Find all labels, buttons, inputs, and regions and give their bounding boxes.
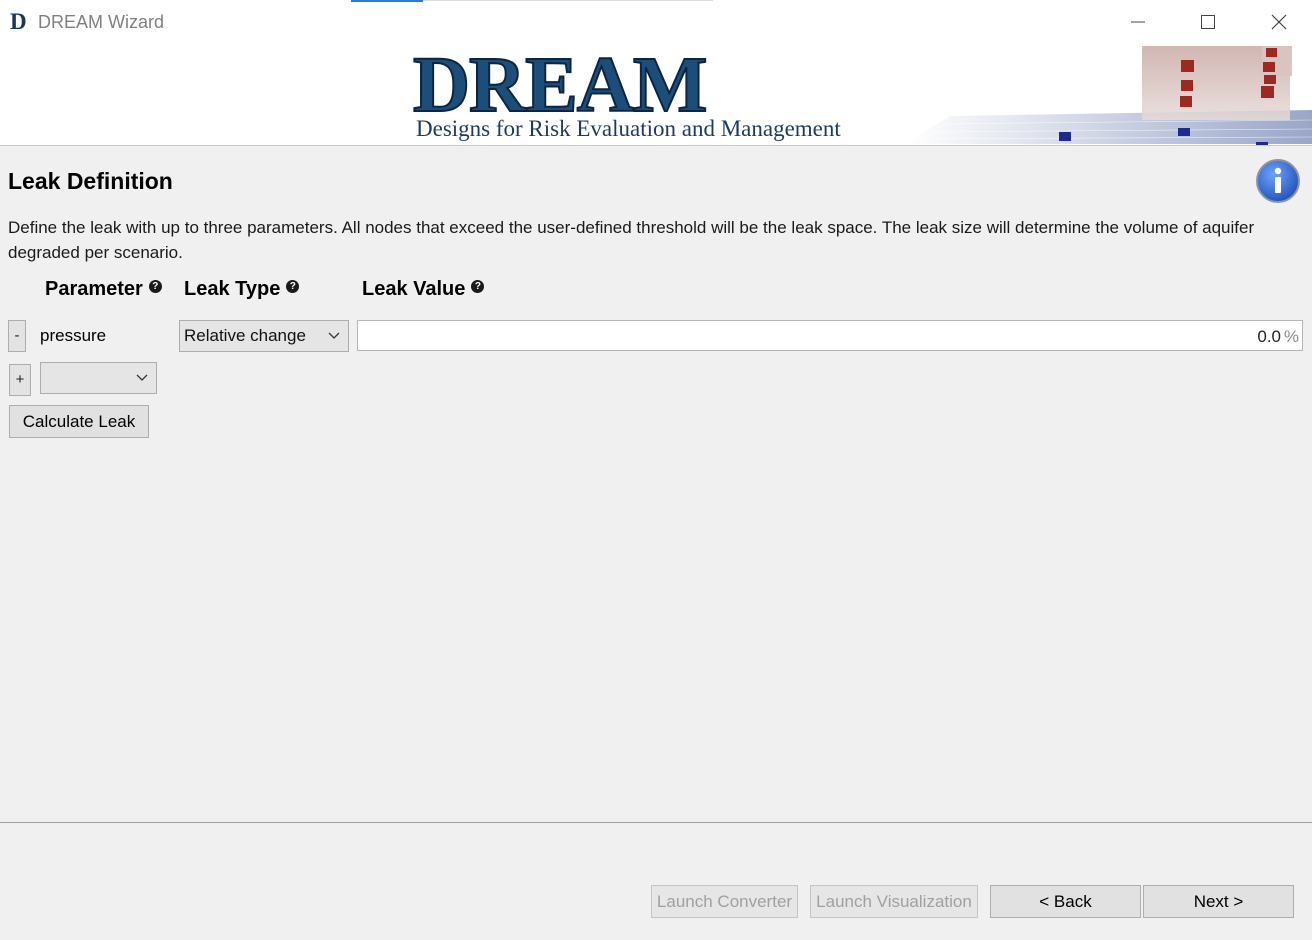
page-title: Leak Definition <box>8 168 173 194</box>
remove-parameter-button[interactable]: - <box>8 320 26 352</box>
header-leak-type-label: Leak Type <box>184 278 281 300</box>
dream-banner: DREAM Designs for Risk Evaluation and Ma… <box>0 44 1312 146</box>
app-icon: D <box>10 9 27 34</box>
footer-divider <box>0 822 1312 823</box>
leak-type-help-icon[interactable]: ? <box>286 280 300 293</box>
parameter-name: pressure <box>40 326 107 345</box>
launch-visualization-button[interactable]: Launch Visualization <box>810 885 978 918</box>
title-bar: D DREAM Wizard <box>0 0 1312 44</box>
header-parameter: Parameter? <box>45 278 162 301</box>
close-icon <box>1271 14 1287 30</box>
launch-converter-button[interactable]: Launch Converter <box>651 885 798 918</box>
chevron-down-icon <box>136 374 148 381</box>
add-parameter-select[interactable] <box>40 362 157 394</box>
back-button[interactable]: < Back <box>990 885 1141 918</box>
header-leak-value: Leak Value? <box>362 278 485 301</box>
chevron-down-icon <box>328 332 340 339</box>
banner-subtitle: Designs for Risk Evaluation and Manageme… <box>416 116 841 141</box>
info-icon <box>1256 159 1300 203</box>
maximize-button[interactable] <box>1185 0 1231 44</box>
maximize-icon <box>1201 15 1215 29</box>
header-leak-value-label: Leak Value <box>362 278 466 300</box>
header-parameter-label: Parameter <box>45 278 143 300</box>
leak-value-help-icon[interactable]: ? <box>471 280 485 293</box>
leak-type-value: Relative change <box>184 326 306 345</box>
title-bar-accent-line <box>423 0 713 1</box>
header-leak-type: Leak Type? <box>184 278 300 301</box>
leak-value-input[interactable]: 0.0 % <box>357 320 1303 351</box>
info-button[interactable] <box>1255 158 1301 204</box>
page-description: Define the leak with up to three paramet… <box>8 218 1255 262</box>
leak-value-unit: % <box>1283 327 1299 346</box>
add-parameter-button[interactable]: + <box>9 364 31 396</box>
title-bar-accent <box>351 0 423 2</box>
next-button[interactable]: Next > <box>1143 885 1294 918</box>
leak-type-select[interactable]: Relative change <box>179 320 349 352</box>
close-button[interactable] <box>1256 0 1302 44</box>
calculate-leak-button[interactable]: Calculate Leak <box>9 405 149 438</box>
parameter-help-icon[interactable]: ? <box>148 280 162 293</box>
minimize-button[interactable] <box>1115 0 1161 44</box>
window-title: DREAM Wizard <box>38 12 165 32</box>
minimize-icon <box>1131 21 1145 23</box>
leak-value-text: 0.0 <box>1257 327 1281 346</box>
